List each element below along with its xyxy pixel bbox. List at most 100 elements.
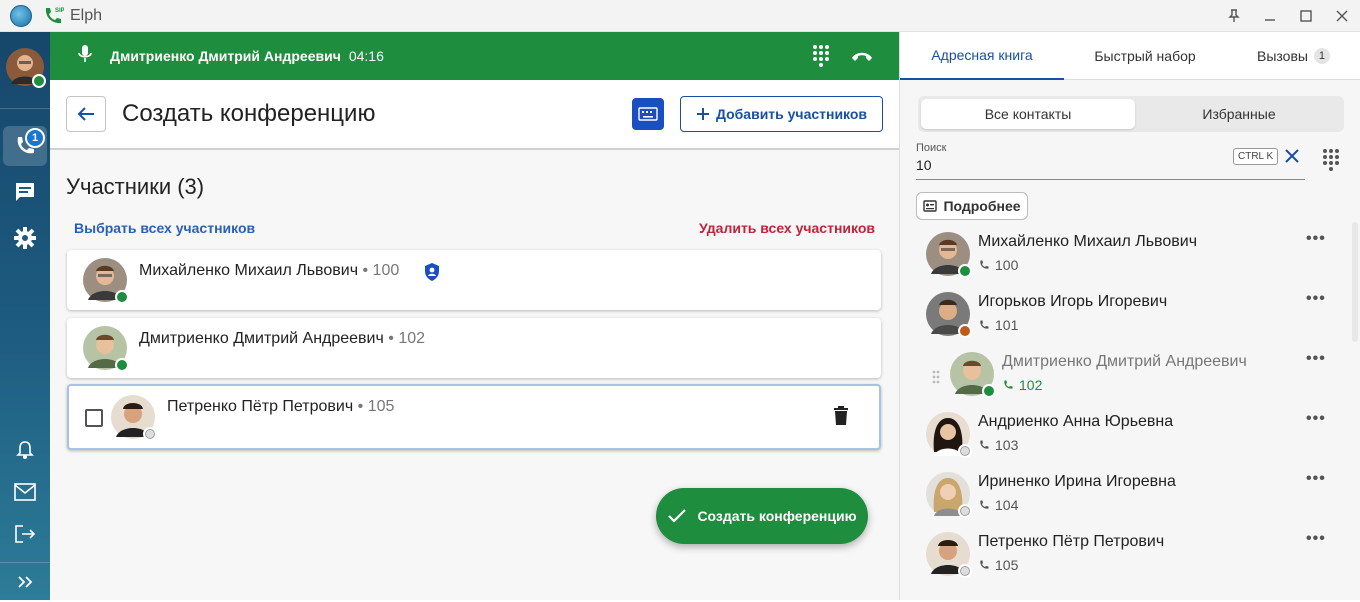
contact-phone: 104 bbox=[995, 497, 1019, 513]
online-status-icon bbox=[958, 264, 972, 278]
more-options-icon[interactable]: ••• bbox=[1306, 470, 1326, 488]
details-label: Подробнее bbox=[943, 198, 1021, 214]
add-participants-button[interactable]: Добавить участников bbox=[680, 96, 883, 132]
rail-notifications-button[interactable] bbox=[3, 430, 47, 470]
offline-status-icon bbox=[958, 444, 972, 458]
my-avatar[interactable] bbox=[6, 48, 46, 88]
create-conference-label: Создать конференцию bbox=[697, 508, 857, 524]
rail-expand-button[interactable] bbox=[3, 562, 47, 602]
away-status-icon bbox=[958, 324, 972, 338]
scrollbar[interactable] bbox=[1352, 222, 1358, 342]
participant-name: Михайленко Михаил Львович bbox=[139, 262, 359, 279]
participant-card[interactable]: Петренко Пётр Петрович • 105 bbox=[67, 384, 881, 450]
online-status-icon bbox=[32, 74, 46, 88]
avatar bbox=[926, 472, 972, 518]
rail-mail-button[interactable] bbox=[3, 472, 47, 512]
participant-card[interactable]: Дмитриенко Дмитрий Андреевич • 102 bbox=[67, 318, 881, 378]
minimize-icon[interactable] bbox=[1252, 0, 1288, 32]
tab-speed-dial[interactable]: Быстрый набор bbox=[1064, 32, 1226, 80]
close-icon[interactable] bbox=[1324, 0, 1360, 32]
app-logo-icon bbox=[10, 4, 32, 27]
rail-calls-button[interactable]: 1 bbox=[3, 126, 47, 166]
app-title: Elph bbox=[70, 6, 103, 24]
pin-icon[interactable] bbox=[1216, 0, 1252, 32]
plus-icon bbox=[696, 108, 709, 120]
dialpad-icon[interactable] bbox=[812, 44, 830, 73]
page-title: Создать конференцию bbox=[122, 100, 376, 127]
participant-separator: • bbox=[353, 398, 368, 415]
active-call-bar: Дмитриенко Дмитрий Андреевич 04:16 bbox=[50, 32, 899, 80]
more-options-icon[interactable]: ••• bbox=[1306, 530, 1326, 548]
title-bar: SIP Elph bbox=[0, 0, 1360, 32]
offline-status-icon bbox=[958, 564, 972, 578]
contact-phone: 103 bbox=[995, 437, 1019, 453]
participant-checkbox[interactable] bbox=[85, 409, 103, 427]
rail-chat-button[interactable] bbox=[3, 172, 47, 212]
hangup-icon[interactable] bbox=[850, 46, 874, 71]
microphone-icon[interactable] bbox=[78, 44, 92, 69]
offline-status-icon bbox=[143, 427, 157, 441]
bell-icon bbox=[16, 441, 34, 459]
participant-name: Петренко Пётр Петрович bbox=[167, 398, 354, 415]
check-icon bbox=[668, 509, 687, 523]
participant-ext: 105 bbox=[367, 398, 395, 415]
select-all-link[interactable]: Выбрать всех участников bbox=[74, 220, 255, 236]
tab-calls[interactable]: Вызовы 1 bbox=[1226, 32, 1360, 80]
rail-settings-button[interactable] bbox=[3, 218, 47, 258]
online-status-icon bbox=[115, 290, 129, 304]
contact-name: Дмитриенко Дмитрий Андреевич bbox=[1002, 353, 1247, 370]
add-participants-label: Добавить участников bbox=[715, 106, 868, 122]
contact-phone: 102 bbox=[1019, 377, 1043, 393]
contact-name: Игорьков Игорь Игоревич bbox=[978, 293, 1168, 310]
contact-item[interactable]: Андриенко Анна Юрьевна 103 ••• bbox=[900, 410, 1350, 472]
delete-all-link[interactable]: Удалить всех участников bbox=[699, 220, 875, 236]
rail-logout-button[interactable] bbox=[3, 514, 47, 554]
back-button[interactable] bbox=[66, 96, 106, 132]
maximize-icon[interactable] bbox=[1288, 0, 1324, 32]
trash-icon[interactable] bbox=[833, 406, 849, 431]
svg-text:SIP: SIP bbox=[55, 8, 64, 14]
shield-icon bbox=[423, 262, 441, 287]
more-options-icon[interactable]: ••• bbox=[1306, 230, 1326, 248]
call-timer: 04:16 bbox=[348, 48, 384, 64]
drag-handle-icon[interactable] bbox=[932, 370, 940, 389]
search-label: Поиск bbox=[916, 142, 947, 154]
gear-icon bbox=[14, 227, 36, 249]
details-button[interactable]: Подробнее bbox=[916, 192, 1028, 220]
keyboard-button[interactable] bbox=[632, 98, 664, 130]
more-options-icon[interactable]: ••• bbox=[1306, 350, 1326, 368]
shortcut-hint: CTRL K bbox=[1233, 148, 1279, 165]
participant-separator: • bbox=[383, 330, 399, 347]
avatar bbox=[950, 352, 996, 398]
avatar bbox=[926, 412, 972, 458]
avatar bbox=[83, 258, 129, 304]
calls-badge: 1 bbox=[25, 128, 45, 148]
contact-item[interactable]: Петренко Пётр Петрович 105 ••• bbox=[900, 530, 1350, 592]
search-input[interactable] bbox=[916, 157, 1216, 173]
left-rail: 1 bbox=[0, 32, 50, 600]
contact-item[interactable]: Ириненко Ирина Игоревна 104 ••• bbox=[900, 470, 1350, 532]
right-tabs: Адресная книга Быстрый набор Вызовы 1 bbox=[900, 32, 1360, 80]
participants-title: Участники (3) bbox=[66, 174, 205, 199]
contact-item[interactable]: Игорьков Игорь Игоревич 101 ••• bbox=[900, 290, 1350, 352]
clear-search-icon[interactable] bbox=[1284, 148, 1300, 169]
dialpad-icon[interactable] bbox=[1322, 148, 1340, 177]
avatar bbox=[926, 292, 972, 338]
tab-address-book[interactable]: Адресная книга bbox=[900, 32, 1064, 80]
keyboard-icon bbox=[638, 107, 658, 121]
avatar bbox=[83, 326, 129, 372]
calls-count-badge: 1 bbox=[1313, 48, 1330, 64]
filter-all-contacts[interactable]: Все контакты bbox=[921, 99, 1135, 129]
contact-item[interactable]: Михайленко Михаил Львович 100 ••• bbox=[900, 230, 1350, 292]
create-conference-button[interactable]: Создать конференцию bbox=[656, 488, 868, 544]
contact-item[interactable]: Дмитриенко Дмитрий Андреевич 102 ••• bbox=[900, 350, 1350, 412]
call-caller-name: Дмитриенко Дмитрий Андреевич bbox=[110, 48, 341, 64]
avatar bbox=[926, 532, 972, 578]
more-options-icon[interactable]: ••• bbox=[1306, 410, 1326, 428]
more-options-icon[interactable]: ••• bbox=[1306, 290, 1326, 308]
online-status-icon bbox=[115, 358, 129, 372]
participant-card[interactable]: Михайленко Михаил Львович • 100 bbox=[67, 250, 881, 310]
mail-icon bbox=[14, 483, 36, 501]
contact-name: Ириненко Ирина Игоревна bbox=[978, 473, 1176, 490]
filter-favorites[interactable]: Избранные bbox=[1132, 99, 1346, 129]
